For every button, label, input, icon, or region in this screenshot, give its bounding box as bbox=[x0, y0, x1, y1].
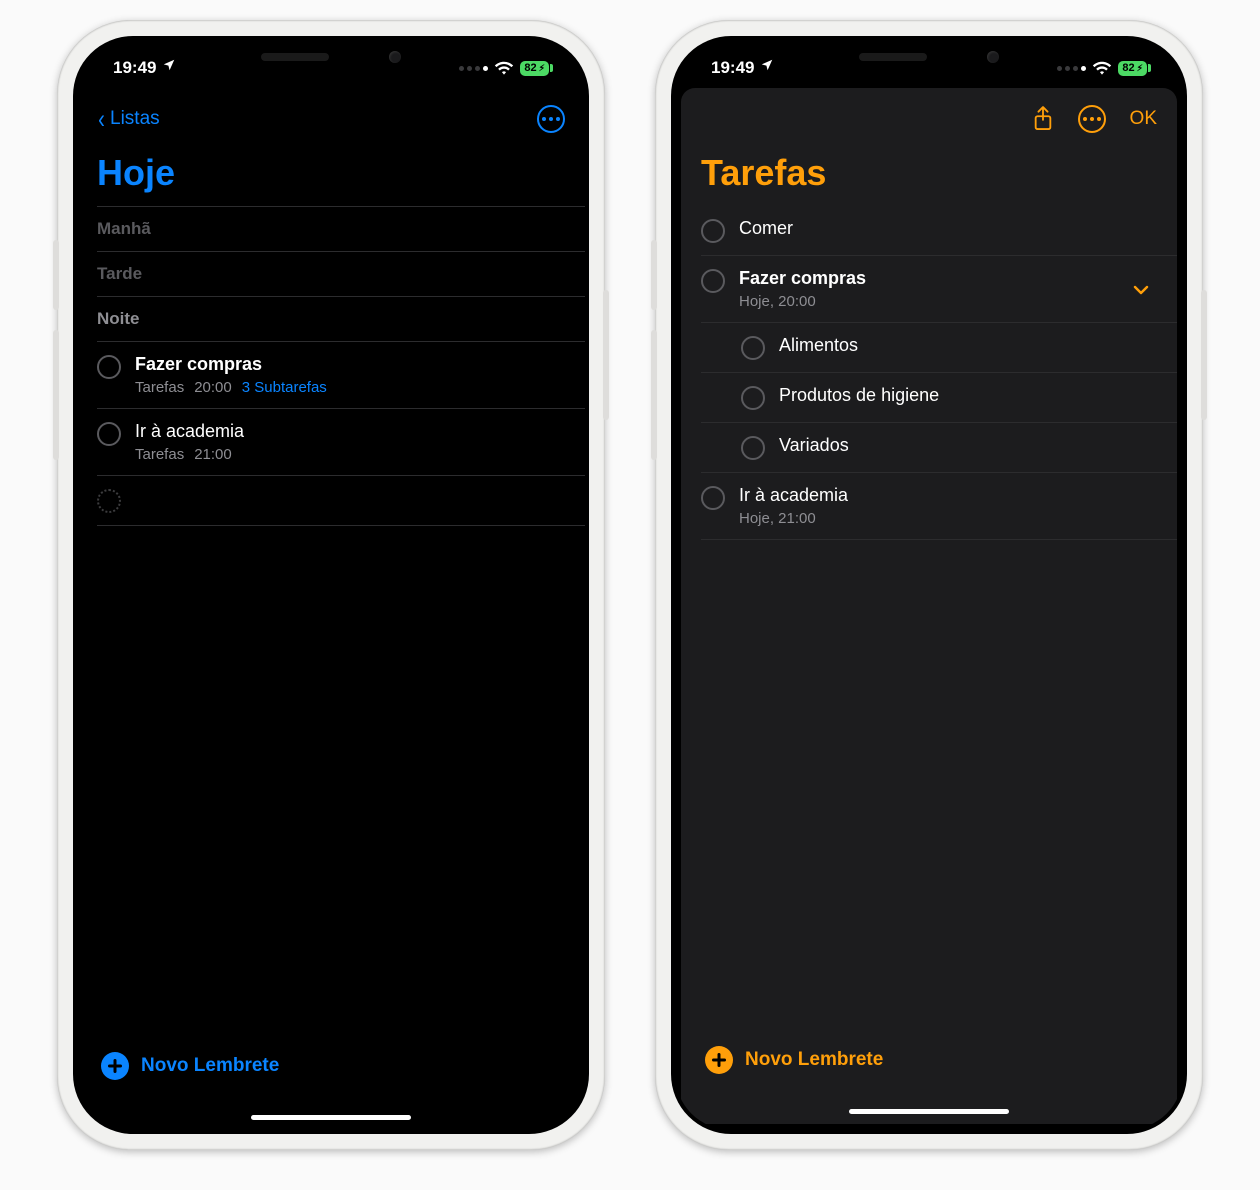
subtask-row[interactable]: Variados bbox=[701, 422, 1177, 472]
new-reminder-button[interactable]: Novo Lembrete bbox=[101, 1052, 561, 1080]
complete-toggle[interactable] bbox=[741, 386, 765, 410]
reminder-row[interactable]: Fazer compras Hoje, 20:00 bbox=[701, 255, 1177, 322]
reminder-time: 20:00 bbox=[194, 379, 232, 396]
cellular-icon bbox=[459, 66, 488, 71]
status-time: 19:49 bbox=[113, 58, 156, 78]
reminder-time: 21:00 bbox=[194, 446, 232, 463]
home-indicator[interactable] bbox=[849, 1109, 1009, 1114]
complete-toggle[interactable] bbox=[741, 436, 765, 460]
reminder-due: Hoje, 21:00 bbox=[739, 510, 816, 527]
wifi-icon bbox=[1092, 61, 1112, 75]
reminder-title: Ir à academia bbox=[739, 485, 1157, 506]
wifi-icon bbox=[494, 61, 514, 75]
reminder-title: Ir à academia bbox=[135, 421, 565, 442]
phone-frame-right: 19:49 82⚡︎ bbox=[655, 20, 1203, 1150]
battery-icon: 82⚡︎ bbox=[520, 61, 549, 76]
complete-toggle[interactable] bbox=[701, 269, 725, 293]
location-icon bbox=[760, 58, 774, 76]
section-afternoon: Tarde bbox=[97, 251, 585, 296]
complete-toggle[interactable] bbox=[97, 355, 121, 379]
ellipsis-circle-icon bbox=[537, 105, 565, 133]
reminder-row[interactable]: Fazer compras Tarefas 20:00 3 Subtarefas bbox=[97, 341, 585, 408]
screen-tarefas: 19:49 82⚡︎ bbox=[675, 40, 1183, 1130]
ok-button[interactable]: OK bbox=[1130, 108, 1157, 130]
share-button[interactable] bbox=[1032, 105, 1054, 133]
subtask-title: Alimentos bbox=[779, 335, 1157, 356]
status-time: 19:49 bbox=[711, 58, 754, 78]
notch bbox=[814, 40, 1044, 74]
subtasks-link[interactable]: 3 Subtarefas bbox=[242, 379, 327, 396]
complete-toggle[interactable] bbox=[97, 422, 121, 446]
new-reminder-label: Novo Lembrete bbox=[141, 1055, 279, 1077]
plus-circle-icon bbox=[101, 1052, 129, 1080]
new-reminder-placeholder-icon bbox=[97, 489, 121, 513]
back-button[interactable]: ‹ Listas bbox=[97, 108, 160, 130]
reminder-title: Fazer compras bbox=[135, 354, 565, 375]
subtask-title: Variados bbox=[779, 435, 1157, 456]
cellular-icon bbox=[1057, 66, 1086, 71]
expand-toggle[interactable] bbox=[1133, 279, 1149, 300]
subtask-title: Produtos de higiene bbox=[779, 385, 1157, 406]
reminder-due: Hoje, 20:00 bbox=[739, 293, 816, 310]
complete-toggle[interactable] bbox=[741, 336, 765, 360]
section-night: Noite bbox=[97, 296, 585, 341]
reminder-list-label: Tarefas bbox=[135, 379, 184, 396]
screen-today: 19:49 82⚡︎ bbox=[77, 40, 585, 1130]
reminder-title: Fazer compras bbox=[739, 268, 1119, 289]
reminders-list: Comer Fazer compras Hoje, 20:00 bbox=[681, 206, 1177, 540]
battery-level: 82 bbox=[1122, 63, 1134, 74]
phone-frame-left: 19:49 82⚡︎ bbox=[57, 20, 605, 1150]
reminder-title: Comer bbox=[739, 218, 1157, 239]
reminders-list: Manhã Tarde Noite Fazer compras Tarefas … bbox=[77, 206, 585, 526]
home-indicator[interactable] bbox=[251, 1115, 411, 1120]
complete-toggle[interactable] bbox=[701, 486, 725, 510]
page-title: Tarefas bbox=[681, 142, 1177, 206]
complete-toggle[interactable] bbox=[701, 219, 725, 243]
location-icon bbox=[162, 58, 176, 76]
more-button[interactable] bbox=[1078, 105, 1106, 133]
reminder-list-label: Tarefas bbox=[135, 446, 184, 463]
notch bbox=[216, 40, 446, 74]
empty-reminder-row[interactable] bbox=[97, 475, 585, 526]
back-label: Listas bbox=[110, 108, 160, 130]
new-reminder-label: Novo Lembrete bbox=[745, 1049, 883, 1071]
list-sheet: OK Tarefas Comer bbox=[681, 88, 1177, 1124]
section-morning: Manhã bbox=[97, 206, 585, 251]
reminder-row[interactable]: Ir à academia Tarefas 21:00 bbox=[97, 408, 585, 475]
subtask-row[interactable]: Produtos de higiene bbox=[701, 372, 1177, 422]
reminder-row[interactable]: Ir à academia Hoje, 21:00 bbox=[701, 472, 1177, 540]
reminder-row[interactable]: Comer bbox=[701, 206, 1177, 255]
plus-circle-icon bbox=[705, 1046, 733, 1074]
subtask-row[interactable]: Alimentos bbox=[701, 322, 1177, 372]
new-reminder-button[interactable]: Novo Lembrete bbox=[705, 1046, 1153, 1074]
chevron-down-icon bbox=[1133, 285, 1149, 295]
battery-level: 82 bbox=[524, 63, 536, 74]
nav-bar: OK bbox=[681, 88, 1177, 142]
ellipsis-circle-icon bbox=[1078, 105, 1106, 133]
more-button[interactable] bbox=[537, 105, 565, 133]
page-title: Hoje bbox=[77, 142, 585, 206]
battery-icon: 82⚡︎ bbox=[1118, 61, 1147, 76]
